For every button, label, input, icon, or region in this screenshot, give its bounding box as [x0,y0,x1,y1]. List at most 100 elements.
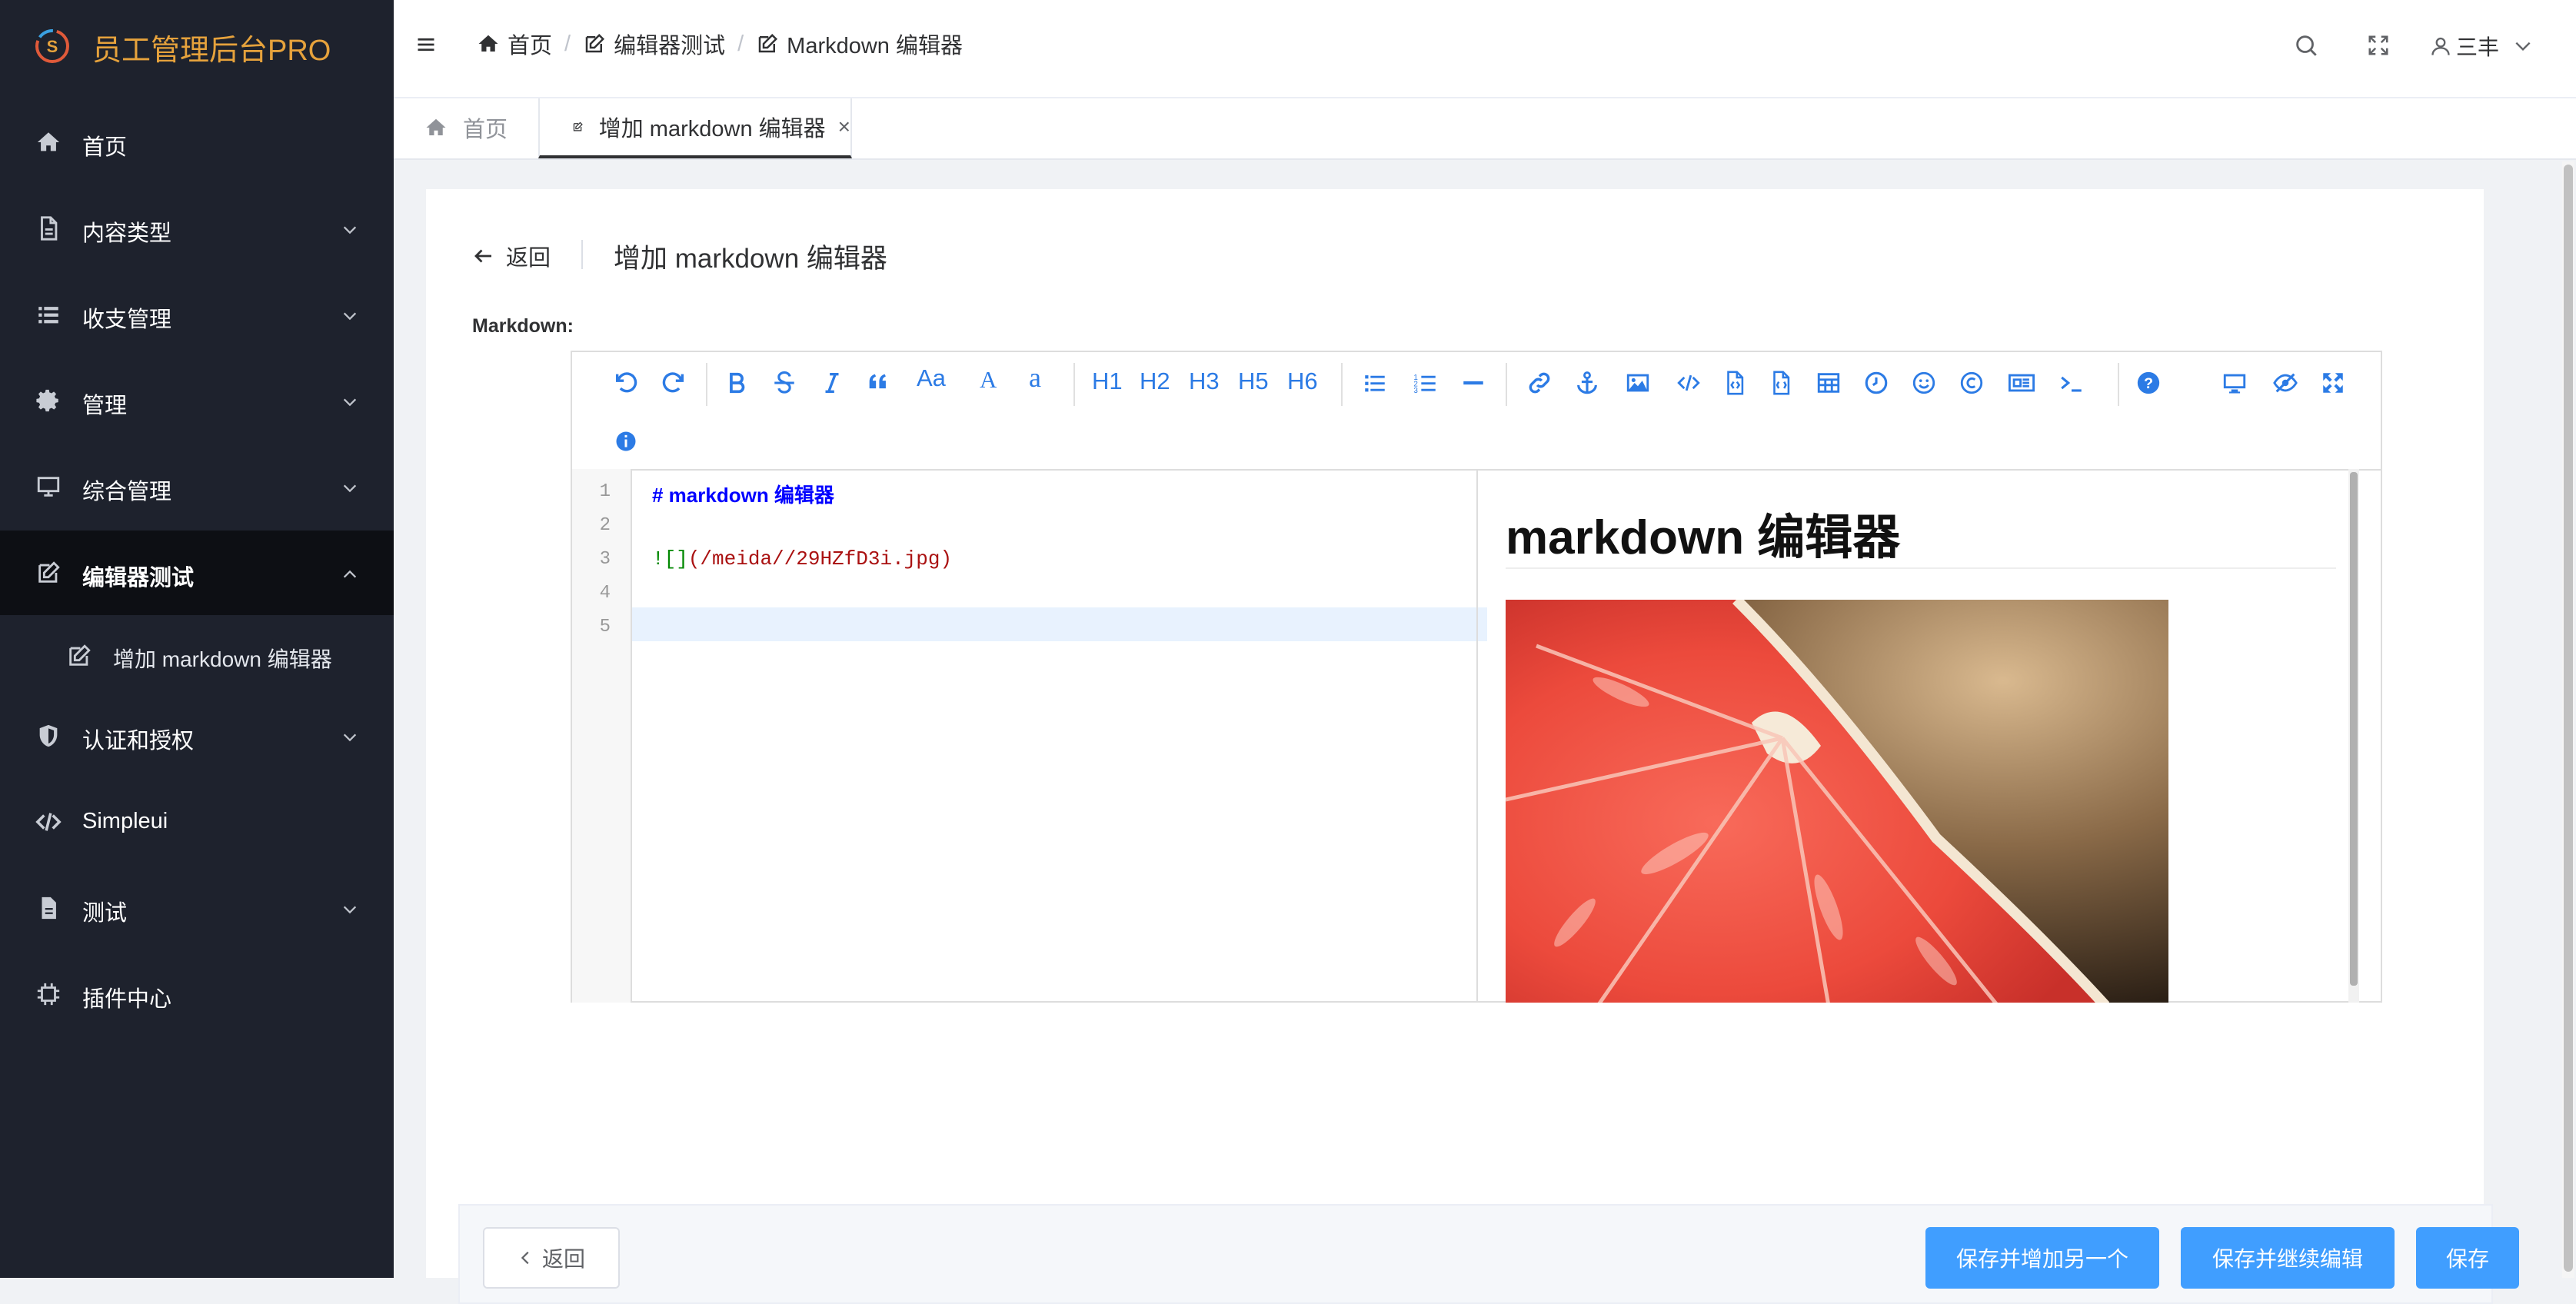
html-entities-icon[interactable] [1956,368,1987,398]
sidebar-item-home[interactable]: 首页 [0,100,394,186]
line-number-gutter: 1 2 3 4 5 [572,469,632,1003]
redo-icon[interactable] [658,368,689,398]
table-icon[interactable] [1813,368,1844,398]
sidebar-item-simpleui[interactable]: Simpleui [0,780,394,866]
gear-icon [36,389,58,412]
toolbar-h5-button[interactable]: H5 [1238,368,1269,395]
edit-icon [585,33,605,53]
search-icon[interactable] [2293,32,2319,58]
sidebar-item-general[interactable]: 综合管理 [0,444,394,531]
markdown-preview-pane: markdown 编辑器 [1478,469,2381,1003]
sidebar-item-plugins[interactable]: 插件中心 [0,952,394,1038]
image-icon[interactable] [1622,368,1653,398]
sidebar-item-finance[interactable]: 收支管理 [0,272,394,358]
emoji-icon[interactable] [1909,368,1939,398]
toolbar-case-button[interactable]: Aa [917,364,946,392]
code-icon [35,813,62,831]
line-number: 4 [599,583,611,604]
breadcrumb-home[interactable]: 首页 [477,28,552,60]
breadcrumb-editor-test[interactable]: 编辑器测试 [583,28,725,60]
tabs-bar: 首页 增加 markdown 编辑器 × [394,98,2576,160]
page-title: 增加 markdown 编辑器 [614,244,887,274]
sidebar-item-label: 首页 [82,135,128,160]
strikethrough-icon[interactable] [769,368,800,398]
save-continue-button[interactable]: 保存并继续编辑 [2181,1227,2395,1289]
close-icon[interactable]: × [838,115,850,139]
unordered-list-icon[interactable] [1360,368,1390,398]
edit-icon [69,644,91,666]
menu-toggle-icon[interactable] [415,34,437,55]
footer-back-button[interactable]: 返回 [483,1227,620,1289]
list-icon [38,307,58,324]
sidebar-item-content-types[interactable]: 内容类型 [0,186,394,272]
help-icon[interactable]: ? [2133,368,2164,398]
sidebar-item-management[interactable]: 管理 [0,358,394,444]
sidebar-item-label: 内容类型 [82,221,172,246]
datetime-icon[interactable] [1861,368,1892,398]
ordered-list-icon[interactable]: 123 [1410,368,1441,398]
sidebar-subitem-add-markdown[interactable]: 增加 markdown 编辑器 [0,615,394,697]
sidebar-item-label: 综合管理 [82,480,172,504]
home-icon [37,132,60,151]
horizontal-rule-icon[interactable] [1458,368,1489,398]
toolbar-h1-button[interactable]: H1 [1092,368,1123,395]
breadcrumb-label: 编辑器测试 [614,34,726,58]
back-link[interactable]: 返回 [472,240,551,272]
code-token-url: (/meida//29HZfD3i.jpg) [687,547,953,570]
line-number: 2 [599,515,611,536]
user-icon [2431,37,2450,55]
preformatted-text-icon[interactable] [1766,368,1796,398]
fullscreen-icon[interactable] [2318,368,2348,398]
anchor-icon[interactable] [1572,368,1603,398]
preview-scrollbar-thumb[interactable] [2350,472,2358,986]
shield-icon [39,724,58,747]
tab-add-markdown[interactable]: 增加 markdown 编辑器 × [538,98,852,158]
chevron-down-icon [343,906,357,914]
page-scrollbar-thumb[interactable] [2564,165,2573,1272]
toolbar-divider [706,363,707,406]
code-block-icon[interactable] [1719,368,1750,398]
breadcrumb-separator: / [564,31,571,56]
sidebar-item-auth[interactable]: 认证和授权 [0,694,394,780]
goto-line-icon[interactable] [2056,368,2087,398]
monitor-icon [37,477,60,497]
sidebar-item-editor-test[interactable]: 编辑器测试 [0,531,394,617]
tab-home[interactable]: 首页 [424,98,508,157]
quote-icon[interactable] [863,368,894,398]
inline-code-icon[interactable] [1673,368,1704,398]
logo-icon: S [35,29,69,63]
breadcrumb-label: Markdown 编辑器 [787,34,963,58]
back-label: 返回 [506,246,551,271]
preview-heading: markdown 编辑器 [1506,511,1901,564]
link-icon[interactable] [1524,368,1555,398]
info-icon[interactable] [611,426,641,457]
unwatch-eye-icon[interactable] [2270,368,2301,398]
save-button[interactable]: 保存 [2416,1227,2519,1289]
toolbar-h3-button[interactable]: H3 [1189,368,1220,395]
undo-icon[interactable] [611,368,641,398]
bold-icon[interactable] [721,368,752,398]
editor-toolbar: Aa A a H1 H2 H3 H5 H6 123 ? [572,352,2381,471]
markdown-source-pane[interactable]: # markdown 编辑器 ![](/meida//29HZfD3i.jpg) [632,469,1487,1003]
sidebar-item-label: 收支管理 [82,308,172,332]
form-footer: 返回 保存并增加另一个 保存并继续编辑 保存 [458,1204,2519,1304]
toolbar-h2-button[interactable]: H2 [1140,368,1170,395]
save-add-another-button[interactable]: 保存并增加另一个 [1925,1227,2159,1289]
fullscreen-icon[interactable] [2367,34,2390,57]
italic-icon[interactable] [817,368,847,398]
watch-preview-icon[interactable] [2219,368,2250,398]
pagebreak-icon[interactable] [2004,368,2039,398]
edit-icon [758,33,778,53]
toolbar-uppercase-button[interactable]: A [980,366,997,394]
breadcrumb-markdown-editor[interactable]: Markdown 编辑器 [756,28,963,60]
sidebar-item-test[interactable]: 测试 [0,866,394,952]
footer-back-label: 返回 [541,1247,585,1271]
user-menu[interactable]: 三丰 [2430,31,2533,62]
chevron-down-icon [343,484,357,493]
grapefruit-image [1506,600,2168,1003]
breadcrumb-separator: / [737,31,744,56]
toolbar-lowercase-button[interactable]: a [1029,361,1041,394]
app-logo[interactable]: S 员工管理后台PRO [0,0,394,92]
arrow-left-icon [474,249,491,263]
toolbar-h6-button[interactable]: H6 [1287,368,1318,395]
